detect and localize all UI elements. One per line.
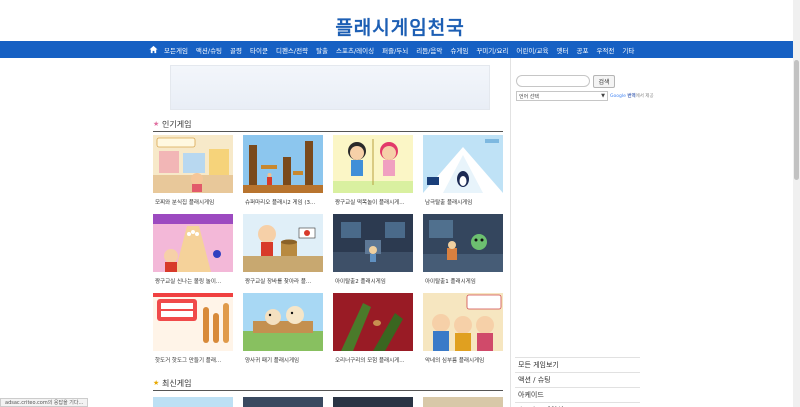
site-title[interactable]: 플래시게임천국 xyxy=(0,13,800,40)
game-title[interactable]: 핫도거 핫도그 만들기 플래... xyxy=(155,356,233,364)
sidebar-divider xyxy=(510,58,511,407)
game-thumbnail[interactable] xyxy=(153,293,233,351)
game-thumbnail[interactable] xyxy=(333,214,413,272)
game-card[interactable]: 아이탈출2 플래시게임 xyxy=(333,214,413,285)
nav-item[interactable]: 어린이/교육 xyxy=(516,45,548,55)
game-card[interactable]: 양사귀 패기 플래시게임 xyxy=(243,293,323,364)
game-title[interactable]: 오리너구리의 모험 플래시게... xyxy=(335,356,413,364)
game-thumbnail[interactable] xyxy=(243,135,323,193)
game-title[interactable]: 모찌와 분식집 플래시게임 xyxy=(155,198,233,206)
game-card[interactable]: 짱구교실 장바를 찾아라 플... xyxy=(243,214,323,285)
nav-item[interactable]: 옛터 xyxy=(557,45,569,55)
google-logo-text: Google xyxy=(610,94,626,99)
nav-item[interactable]: 타이쿤 xyxy=(250,45,268,55)
game-title[interactable]: 남극탈출 플래시게임 xyxy=(425,198,503,206)
game-thumbnail[interactable] xyxy=(333,135,413,193)
nav-item[interactable]: 모든게임 xyxy=(164,45,188,55)
nav-item[interactable]: 공포 xyxy=(576,45,588,55)
game-card[interactable]: 아이탈출1 플래시게임 xyxy=(423,214,503,285)
game-card[interactable]: 핫도거 핫도그 만들기 플래... xyxy=(153,293,233,364)
category-item[interactable]: 모든 게임보기 xyxy=(515,357,640,372)
game-thumbnail[interactable] xyxy=(423,135,503,193)
nav-item[interactable]: 리듬/음악 xyxy=(416,45,442,55)
google-translate-credit: Google 번역에서 제공 xyxy=(610,93,654,99)
game-thumbnail[interactable] xyxy=(333,293,413,351)
home-icon[interactable] xyxy=(149,45,158,54)
game-title[interactable]: 아이탈출1 플래시게임 xyxy=(425,277,503,285)
game-thumbnail[interactable] xyxy=(153,135,233,193)
translate-link[interactable]: 번역 xyxy=(627,94,635,99)
game-title[interactable]: 짱구교실 떡목놀이 플래시게... xyxy=(335,198,413,206)
game-card[interactable]: 남극탈출 플래시게임 xyxy=(423,135,503,206)
game-thumbnail[interactable] xyxy=(423,293,503,351)
game-card[interactable]: 오리너구리의 모험 플래시게... xyxy=(333,293,413,364)
popular-games-header: ★ 인기게임 xyxy=(153,118,503,132)
nav-item[interactable]: 기타 xyxy=(622,45,634,55)
game-thumbnail[interactable] xyxy=(243,397,323,407)
game-card[interactable]: 악네의 심부름 플래시게임 xyxy=(423,293,503,364)
game-card[interactable]: 짱구교실 떡목놀이 플래시게... xyxy=(333,135,413,206)
star-icon: ★ xyxy=(153,120,160,128)
game-card[interactable]: 짱구교실 신나는 볼링 놀이... xyxy=(153,214,233,285)
nav-item[interactable]: 스포츠/레이싱 xyxy=(336,45,374,55)
page-scrollbar[interactable] xyxy=(793,0,800,407)
nav-item[interactable]: 액션/슈팅 xyxy=(196,45,222,55)
category-item[interactable]: 액션 / 슈팅 xyxy=(515,372,640,387)
category-list: 모든 게임보기액션 / 슈팅아케이드스포츠 / 레이싱 xyxy=(515,357,640,407)
search-input[interactable] xyxy=(516,75,590,87)
main-navbar: 모든게임 액션/슈팅 골령 타이쿤 디펜스/전략 탈출 스포츠/레이싱 퍼즐/두뇌 리듬/음악 슈… xyxy=(0,41,800,58)
language-select[interactable]: 언어 선택 ▼ xyxy=(516,91,608,101)
game-thumbnail[interactable] xyxy=(153,214,233,272)
game-title[interactable]: 짱구교실 신나는 볼링 놀이... xyxy=(155,277,233,285)
game-thumbnail[interactable] xyxy=(243,214,323,272)
category-item[interactable]: 스포츠 / 레이싱 xyxy=(515,402,640,407)
powered-suffix: 에서 제공 xyxy=(635,94,654,99)
language-select-value: 언어 선택 xyxy=(519,93,539,100)
latest-games-header: ★ 최신게임 xyxy=(153,377,503,391)
game-thumbnail[interactable] xyxy=(423,214,503,272)
game-title[interactable]: 슈퍼마리오 플래시2 게임 (3... xyxy=(245,198,323,206)
game-thumbnail[interactable] xyxy=(423,397,503,407)
nav-item[interactable]: 탈출 xyxy=(316,45,328,55)
nav-item[interactable]: 골령 xyxy=(230,45,242,55)
game-card[interactable]: 슈퍼마리오 플래시2 게임 (3... xyxy=(243,135,323,206)
game-title[interactable]: 양사귀 패기 플래시게임 xyxy=(245,356,323,364)
scrollbar-thumb[interactable] xyxy=(794,60,799,180)
nav-item[interactable]: 퍼즐/두뇌 xyxy=(382,45,408,55)
game-card[interactable]: 모찌와 분식집 플래시게임 xyxy=(153,135,233,206)
section-label: 최신게임 xyxy=(162,379,192,388)
game-thumbnail[interactable] xyxy=(153,397,233,407)
nav-item[interactable]: 우적전 xyxy=(596,45,614,55)
star-icon: ★ xyxy=(153,379,160,387)
nav-item[interactable]: 디펜스/전략 xyxy=(276,45,308,55)
category-item[interactable]: 아케이드 xyxy=(515,387,640,402)
browser-status-bar: adsac.criteo.com의 응답을 기다... xyxy=(0,398,89,407)
caret-down-icon: ▼ xyxy=(601,93,605,99)
nav-item[interactable]: 슈게임 xyxy=(450,45,468,55)
game-thumbnail[interactable] xyxy=(333,397,413,407)
search-button[interactable]: 검색 xyxy=(593,75,615,88)
game-title[interactable]: 악네의 심부름 플래시게임 xyxy=(425,356,503,364)
game-title[interactable]: 짱구교실 장바를 찾아라 플... xyxy=(245,277,323,285)
section-label: 인기게임 xyxy=(162,120,192,129)
ad-banner[interactable] xyxy=(170,65,490,110)
nav-item[interactable]: 꾸미기/요리 xyxy=(476,45,508,55)
game-thumbnail[interactable] xyxy=(243,293,323,351)
game-title[interactable]: 아이탈출2 플래시게임 xyxy=(335,277,413,285)
